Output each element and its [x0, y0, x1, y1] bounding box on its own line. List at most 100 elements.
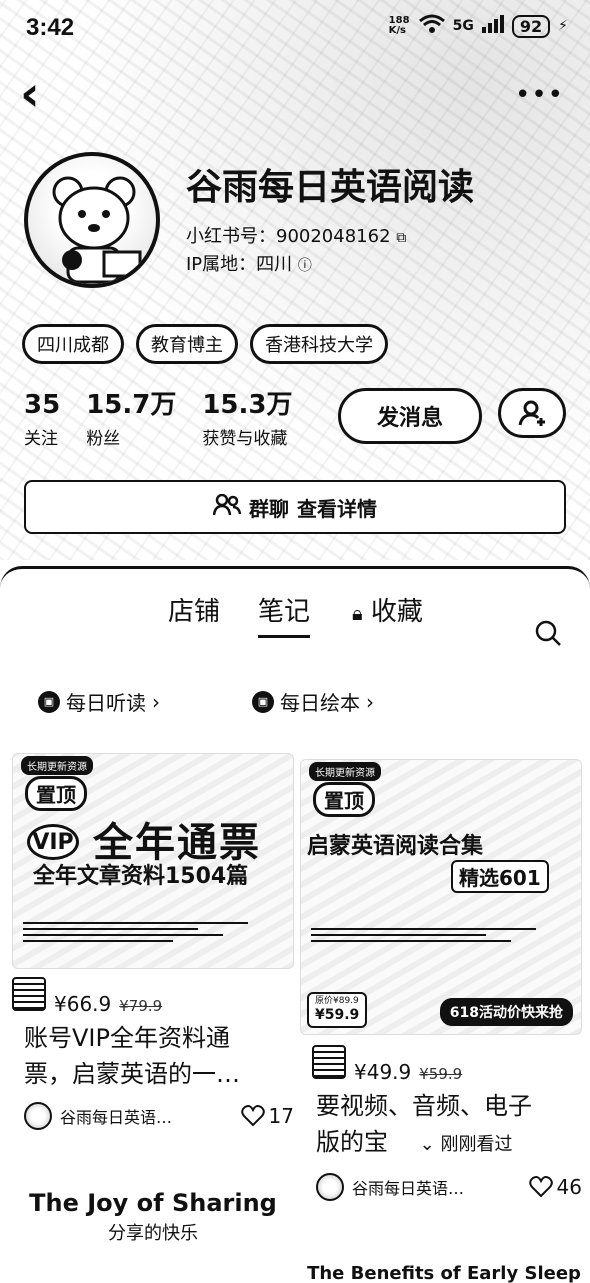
author-name[interactable]: 谷雨每日英语…: [352, 1175, 464, 1199]
tag-school[interactable]: 香港科技大学: [250, 324, 388, 364]
xhs-id-text: 小红书号：9002048162: [186, 226, 391, 247]
cover-text-lines: [23, 918, 273, 946]
stat-followers-value: 15.7万: [86, 390, 177, 420]
chevron-right-icon: ›: [366, 689, 374, 714]
follow-button[interactable]: [498, 388, 566, 438]
profile-stats: 35 关注 15.7万 粉丝 15.3万 获赞与收藏: [24, 392, 293, 449]
pinned-badge: 置顶: [25, 776, 87, 811]
ip-location[interactable]: IP属地：四川 ⓘ: [186, 250, 312, 276]
tab-collect[interactable]: 🔒︎ 收藏: [352, 591, 423, 628]
recently-viewed-label: 刚刚看过: [440, 1134, 513, 1155]
wifi-icon: [418, 14, 445, 38]
note-title-line: 票，启蒙英语的一…: [24, 1060, 240, 1088]
avatar[interactable]: [24, 152, 160, 288]
info-icon[interactable]: ⓘ: [298, 258, 312, 274]
vip-badge: VIP: [27, 824, 79, 860]
promo-banner: 618活动价快来抢: [439, 998, 573, 1026]
stat-following[interactable]: 35 关注: [24, 392, 60, 449]
cover-headline: 启蒙英语阅读合集: [307, 834, 484, 859]
note-card[interactable]: The Joy of Sharing 分享的快乐: [12, 1189, 294, 1283]
stat-followers[interactable]: 15.7万 粉丝: [86, 392, 176, 449]
like-button[interactable]: 17: [240, 1104, 294, 1128]
network-type: 5G: [452, 18, 474, 34]
more-icon[interactable]: •••: [515, 80, 564, 110]
subtab-daily-listen[interactable]: ▣ 每日听读 ›: [38, 687, 160, 716]
cover-price-box: 原价¥89.9 ¥59.9: [307, 992, 368, 1028]
tag-location[interactable]: 四川成都: [22, 324, 124, 364]
price-row: ¥49.9 ¥59.9: [300, 1045, 582, 1084]
note-cover-image[interactable]: 长期更新资源 置顶 VIP 全年通票 全年文章资料1504篇: [12, 753, 294, 969]
note-cover-title-en: The Joy of Sharing: [29, 1189, 277, 1217]
original-price: ¥59.9: [419, 1065, 463, 1083]
cover-text-lines: [311, 924, 561, 946]
add-user-icon: [518, 400, 545, 426]
note-title-line: 账号VIP全年资料通: [24, 1024, 230, 1052]
chevron-down-icon: ⌄: [419, 1134, 435, 1155]
stat-likes-label: 获赞与收藏: [202, 429, 288, 449]
cover-price-label: 原价¥89.9: [315, 996, 359, 1007]
subtab-daily-picturebook[interactable]: ▣ 每日绘本 ›: [252, 687, 374, 716]
note-cover-title-en: The Benefits of Early Sleep: [307, 1263, 581, 1283]
back-icon[interactable]: ‹: [20, 70, 40, 118]
author-avatar[interactable]: [24, 1102, 52, 1130]
tab-notes[interactable]: 笔记: [258, 591, 311, 638]
heart-icon: [528, 1176, 553, 1198]
signal-icon: [481, 15, 504, 37]
search-icon[interactable]: [534, 619, 562, 651]
note-title: 要视频、音频、电子 版的宝 ⌄ 刚刚看过: [300, 1088, 582, 1163]
note-title-line2: 版的宝 ⌄ 刚刚看过: [316, 1124, 582, 1163]
price: ¥66.9: [54, 992, 112, 1016]
status-bar: 3:42 188 K/s 5G 92 ⚡: [26, 10, 568, 46]
ip-location-text: IP属地：四川: [186, 254, 293, 275]
tag-category[interactable]: 教育博主: [136, 324, 238, 364]
status-icons: 188 K/s 5G 92 ⚡: [389, 14, 568, 38]
tab-collect-label: 收藏: [370, 597, 423, 627]
group-icon: [212, 493, 242, 521]
note-card[interactable]: 长期更新资源 置顶 启蒙英语阅读合集 精选601 原价¥89.9 ¥59.9 6…: [300, 759, 582, 1201]
group-chat-button[interactable]: 群聊 查看详情: [24, 480, 566, 534]
note-cover-image[interactable]: 长期更新资源 置顶 启蒙英语阅读合集 精选601 原价¥89.9 ¥59.9 6…: [300, 759, 582, 1035]
note-card[interactable]: The Benefits of Early Sleep: [306, 1263, 582, 1283]
price: ¥49.9: [354, 1060, 412, 1084]
profile-tags: 四川成都 教育博主 香港科技大学: [22, 324, 388, 364]
copy-icon[interactable]: ⧉: [396, 230, 406, 246]
group-chat-label: 群聊: [249, 496, 289, 521]
like-button[interactable]: 46: [528, 1175, 582, 1199]
charging-icon: ⚡: [558, 18, 568, 34]
product-thumbnail: [312, 1045, 346, 1079]
xhs-id[interactable]: 小红书号：9002048162 ⧉: [186, 222, 406, 248]
chevron-right-icon: ›: [152, 689, 160, 714]
original-price: ¥79.9: [119, 997, 163, 1015]
tab-bar: 店铺 笔记 🔒︎ 收藏: [0, 591, 590, 646]
note-cover-title-zh: 分享的快乐: [108, 1223, 198, 1244]
recently-viewed[interactable]: ⌄ 刚刚看过: [420, 1134, 513, 1155]
network-speed: 188 K/s: [388, 15, 410, 36]
tab-shop[interactable]: 店铺: [168, 591, 220, 628]
subtab-daily-listen-label: 每日听读: [66, 691, 146, 715]
author-name[interactable]: 谷雨每日英语…: [60, 1104, 172, 1128]
cover-subline: 精选601: [451, 860, 549, 893]
note-title: 账号VIP全年资料通 票，启蒙英语的一…: [12, 1020, 294, 1092]
subtab-daily-picturebook-label: 每日绘本: [280, 691, 360, 715]
stat-followers-label: 粉丝: [86, 429, 121, 449]
collection-icon: ▣: [38, 690, 60, 713]
bear-illustration: [52, 176, 142, 284]
like-count: 46: [556, 1175, 582, 1199]
note-title-text: 版的宝: [316, 1128, 388, 1156]
stat-following-label: 关注: [24, 429, 58, 449]
note-card[interactable]: 长期更新资源 置顶 VIP 全年通票 全年文章资料1504篇 ¥66.9 ¥79…: [12, 753, 294, 1130]
author-avatar[interactable]: [316, 1173, 344, 1201]
cover-subline: 全年文章资料1504篇: [33, 864, 249, 889]
cover-chip: 长期更新资源: [21, 756, 93, 775]
stat-likes[interactable]: 15.3万 获赞与收藏: [202, 392, 292, 449]
group-detail-label: 查看详情: [297, 496, 377, 521]
content-panel: 店铺 笔记 🔒︎ 收藏 ▣ 每日听读 › ▣ 每日绘本 › 长期更新资源 置顶 …: [0, 566, 590, 1283]
send-message-button[interactable]: 发消息: [338, 388, 482, 444]
pinned-badge: 置顶: [313, 782, 375, 817]
price-row: ¥66.9 ¥79.9: [12, 977, 294, 1016]
status-time: 3:42: [26, 14, 75, 41]
stat-likes-value: 15.3万: [202, 390, 293, 420]
battery-icon: 92: [511, 14, 551, 38]
collection-icon: ▣: [252, 690, 274, 713]
note-meta: 谷雨每日英语… 46: [300, 1173, 582, 1201]
